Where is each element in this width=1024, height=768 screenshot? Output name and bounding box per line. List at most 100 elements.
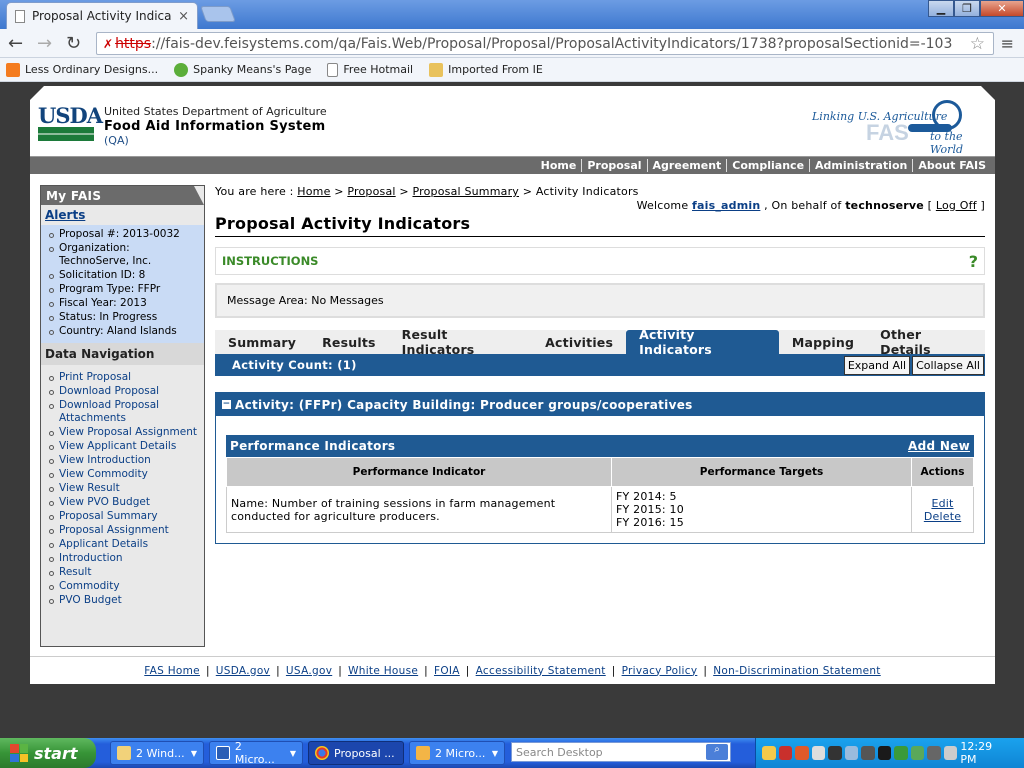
taskbar-button[interactable]: 2 Wind... ▼ (110, 741, 204, 765)
footer-link[interactable]: FOIA (428, 665, 466, 677)
footer-link[interactable]: Non-Discrimination Statement (707, 665, 887, 677)
tab-results[interactable]: Results (309, 330, 389, 354)
activity-header[interactable]: − Activity: (FFPr) Capacity Building: Pr… (216, 393, 984, 416)
nav-item: View Result (47, 482, 200, 495)
network-icon[interactable] (811, 746, 826, 760)
user-link[interactable]: fais_admin (692, 199, 760, 212)
nav-link[interactable]: Proposal Summary (59, 510, 158, 522)
desktop-search-input[interactable]: Search Desktop ⌕ (511, 742, 731, 762)
alerts-link[interactable]: Alerts (41, 205, 204, 225)
breadcrumb-proposal-summary[interactable]: Proposal Summary (412, 185, 519, 198)
footer-link[interactable]: Privacy Policy (616, 665, 704, 677)
instructions-panel[interactable]: INSTRUCTIONS ? (215, 247, 985, 275)
nav-link[interactable]: Introduction (59, 552, 123, 564)
tab-activity-indicators[interactable]: Activity Indicators (626, 327, 779, 357)
nav-link[interactable]: Download Proposal (59, 385, 159, 397)
taskbar-button[interactable]: 2 Micro... ▼ (409, 741, 505, 765)
nav-link[interactable]: View Proposal Assignment (59, 426, 197, 438)
browser-tab[interactable]: Proposal Activity Indicators × (6, 2, 198, 29)
reload-icon[interactable]: ↻ (66, 33, 81, 54)
nav-link[interactable]: View PVO Budget (59, 496, 150, 508)
breadcrumb-proposal[interactable]: Proposal (347, 185, 395, 198)
nav-link[interactable]: Download Proposal Attachments (59, 399, 159, 424)
bookmark-item[interactable]: Imported From IE (429, 62, 543, 77)
windows-logo-icon (10, 744, 28, 762)
nav-link[interactable]: Result (59, 566, 91, 578)
nav-link[interactable]: Applicant Details (59, 538, 148, 550)
footer-link[interactable]: FAS Home (138, 665, 206, 677)
tab-activities[interactable]: Activities (532, 330, 627, 354)
nav-item: View Introduction (47, 454, 200, 467)
bookmark-star-icon[interactable]: ☆ (970, 34, 985, 54)
nav-link[interactable]: Print Proposal (59, 371, 131, 383)
nav-item: PVO Budget (47, 594, 200, 607)
maximize-button[interactable]: ❐ (954, 0, 980, 17)
shield-icon[interactable] (778, 746, 793, 760)
tray-icon[interactable] (894, 746, 908, 760)
word-icon (216, 746, 230, 760)
menu-icon[interactable]: ≡ (1001, 34, 1014, 53)
breadcrumb-home[interactable]: Home (297, 185, 330, 198)
footer-link[interactable]: White House (342, 665, 424, 677)
expand-all-button[interactable]: Expand All (843, 355, 911, 375)
nav-link[interactable]: PVO Budget (59, 594, 122, 606)
nav-about-fais[interactable]: About FAIS (912, 159, 991, 172)
nav-agreement[interactable]: Agreement (646, 159, 727, 172)
nav-item: View Commodity (47, 468, 200, 481)
footer-link[interactable]: USA.gov (280, 665, 338, 677)
tray-icon[interactable] (910, 746, 925, 760)
tray-icon[interactable] (927, 746, 941, 760)
tray-icon[interactable] (861, 746, 875, 760)
nav-home[interactable]: Home (536, 159, 582, 172)
tray-icon[interactable] (828, 746, 842, 760)
nav-administration[interactable]: Administration (809, 159, 912, 172)
search-icon[interactable] (844, 746, 859, 760)
help-icon[interactable]: ? (969, 252, 978, 271)
taskbar-button-active[interactable]: Proposal ... (308, 741, 404, 765)
nav-link[interactable]: View Applicant Details (59, 440, 176, 452)
tab-other-details[interactable]: Other Details (867, 327, 986, 357)
tab-result-indicators[interactable]: Result Indicators (388, 327, 533, 357)
taskbar-button[interactable]: 2 Micro... ▼ (209, 740, 303, 766)
alert-item: Fiscal Year: 2013 (47, 297, 200, 310)
folder-icon (117, 746, 131, 760)
tray-icon[interactable] (877, 746, 892, 760)
browser-toolbar: ← → ↻ ✗ https ://fais-dev.feisystems.com… (0, 29, 1024, 58)
add-new-link[interactable]: Add New (908, 439, 970, 453)
nav-compliance[interactable]: Compliance (726, 159, 809, 172)
bookmark-item[interactable]: Free Hotmail (327, 62, 413, 77)
edit-link[interactable]: Edit (931, 497, 953, 510)
forward-arrow-icon[interactable]: → (37, 33, 52, 54)
bookmark-item[interactable]: Less Ordinary Designs... (6, 62, 158, 77)
logoff-link[interactable]: Log Off (936, 199, 977, 212)
start-button[interactable]: start (0, 738, 96, 768)
minimize-button[interactable]: ▁ (928, 0, 954, 17)
collapse-icon[interactable]: − (222, 400, 231, 409)
url-scheme: https (115, 35, 152, 52)
nav-link[interactable]: View Result (59, 482, 120, 494)
volume-icon[interactable] (943, 746, 958, 760)
address-bar[interactable]: ✗ https ://fais-dev.feisystems.com/qa/Fa… (96, 32, 994, 55)
collapse-all-button[interactable]: Collapse All (912, 355, 984, 375)
tab-close-icon[interactable]: × (178, 9, 189, 24)
tray-icon[interactable] (762, 746, 776, 760)
footer-link[interactable]: USDA.gov (210, 665, 276, 677)
tray-icon[interactable] (795, 746, 809, 760)
nav-link[interactable]: Proposal Assignment (59, 524, 169, 536)
tab-summary[interactable]: Summary (215, 330, 310, 354)
close-window-button[interactable]: ✕ (980, 0, 1024, 17)
search-icon[interactable]: ⌕ (706, 744, 728, 760)
back-arrow-icon[interactable]: ← (8, 33, 23, 54)
tab-mapping[interactable]: Mapping (778, 330, 868, 354)
sidebar: My FAIS Alerts Proposal #: 2013-0032 Org… (40, 185, 205, 647)
nav-proposal[interactable]: Proposal (581, 159, 646, 172)
welcome-prefix: Welcome (636, 199, 689, 212)
nav-link[interactable]: Commodity (59, 580, 120, 592)
delete-link[interactable]: Delete (924, 510, 961, 523)
bookmark-item[interactable]: Spanky Means's Page (174, 62, 311, 77)
nav-link[interactable]: View Introduction (59, 454, 151, 466)
nav-link[interactable]: View Commodity (59, 468, 148, 480)
new-tab-button[interactable] (200, 6, 236, 22)
insecure-lock-icon: ✗ (103, 36, 114, 51)
footer-link[interactable]: Accessibility Statement (470, 665, 612, 677)
